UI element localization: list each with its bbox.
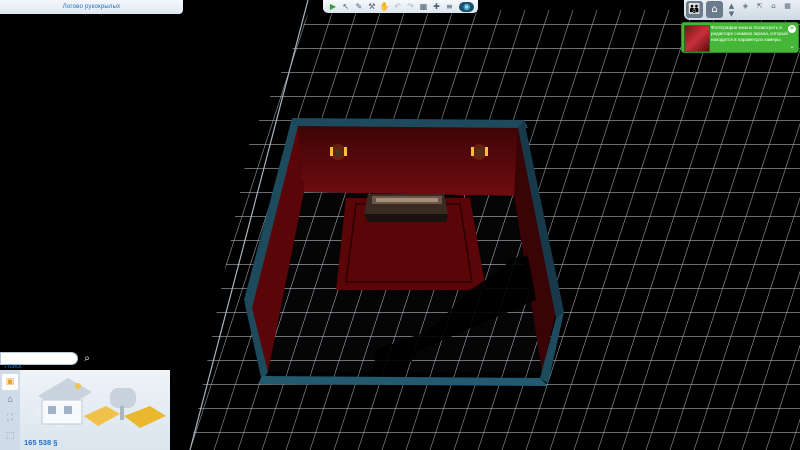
floor-plan-icon[interactable]: ▦ xyxy=(418,1,430,12)
household-icon[interactable]: 👪 xyxy=(686,1,703,18)
furniture-icon[interactable]: ⛶ xyxy=(2,410,18,426)
close-icon[interactable]: ✕ xyxy=(788,25,796,33)
household-funds: 165 538 § xyxy=(24,438,58,447)
notification-text: Фотографии можно посмотреть в редакторе … xyxy=(711,25,788,42)
coffin-bed[interactable] xyxy=(364,194,448,222)
house-illustration[interactable] xyxy=(20,370,170,438)
redo-icon[interactable]: ↷ xyxy=(405,1,417,12)
grid-icon[interactable]: ▦ xyxy=(782,2,793,11)
add-icon[interactable]: ✚ xyxy=(431,1,443,12)
collapse-icon[interactable]: ⇱ xyxy=(754,2,765,11)
select-arrow-icon[interactable]: ↖ xyxy=(340,1,352,12)
roof-icon[interactable]: ⌂ xyxy=(768,2,779,11)
eyedropper-icon[interactable]: ✎ xyxy=(353,1,365,12)
catalog-search[interactable] xyxy=(0,352,78,373)
catalog-tabs: ▣ ⌂ ⛶ ⬚ xyxy=(0,370,20,450)
search-icon[interactable]: ⌕ xyxy=(80,352,94,365)
lot-name-panel[interactable]: Логово рукокрылых xyxy=(0,0,183,14)
build-toolbar: ▶ ↖ ✎ ⚒ ✋ ↶ ↷ ▦ ✚ ≡ ◉ xyxy=(323,0,478,13)
menu-icon[interactable]: ≡ xyxy=(443,1,455,12)
room-icon[interactable]: ▣ xyxy=(2,374,18,390)
floor-down-icon[interactable]: ▼ xyxy=(726,10,737,19)
lot-name: Логово рукокрылых xyxy=(62,4,121,10)
build-icon[interactable]: ⌂ xyxy=(2,392,18,408)
back-wall[interactable] xyxy=(298,124,518,196)
lot-info-icon[interactable]: ⌂ xyxy=(706,1,723,18)
wall-cube-icon[interactable]: ◈ xyxy=(740,2,751,11)
build-catalog: ▣ ⌂ ⛶ ⬚ 165 538 § xyxy=(0,370,170,450)
undo-icon[interactable]: ↶ xyxy=(392,1,404,12)
view-controls-panel: 👪 ⌂ ▲ ▼ ◈ ⇱ ⌂ ▦ xyxy=(684,0,800,20)
chevron-down-icon[interactable]: ⌄ xyxy=(788,44,796,50)
notification-toast[interactable]: Фотографии можно посмотреть в редакторе … xyxy=(681,22,799,53)
hand-icon[interactable]: ✋ xyxy=(379,1,391,12)
room[interactable] xyxy=(244,118,564,386)
camera-view-icon[interactable]: ◉ xyxy=(459,1,475,12)
notification-thumbnail xyxy=(684,25,710,52)
play-icon[interactable]: ▶ xyxy=(327,1,339,12)
sledgehammer-icon[interactable]: ⚒ xyxy=(366,1,378,12)
gallery-icon[interactable]: ⬚ xyxy=(2,428,18,444)
